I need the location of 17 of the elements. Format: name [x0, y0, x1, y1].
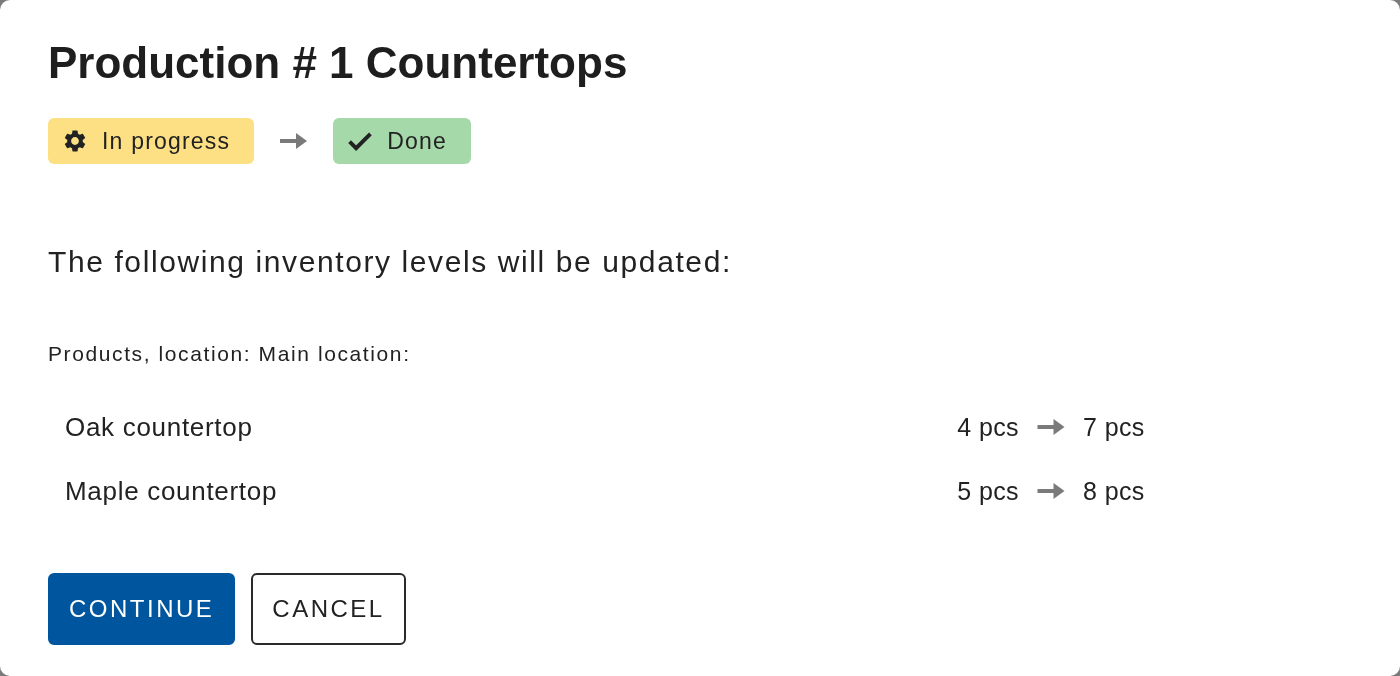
old-quantity: 4 pcs — [957, 412, 1019, 442]
new-quantity: 7 pcs — [1083, 412, 1145, 442]
status-label: Done — [387, 127, 448, 155]
status-label: In progress — [102, 127, 231, 155]
right-arrow-icon — [280, 132, 308, 150]
cancel-button[interactable]: CANCEL — [251, 573, 406, 645]
message-text: The following inventory levels will be updated: — [48, 244, 732, 280]
new-quantity: 8 pcs — [1083, 476, 1145, 506]
product-name: Maple countertop — [65, 475, 278, 507]
dialog-title: Production # 1 Countertops — [48, 38, 628, 88]
continue-button[interactable]: CONTINUE — [48, 573, 236, 645]
right-arrow-icon — [1037, 482, 1065, 500]
section-label: Products, location: Main location: — [48, 342, 411, 366]
product-name: Oak countertop — [65, 411, 253, 443]
old-quantity: 5 pcs — [957, 476, 1019, 506]
right-arrow-icon — [1037, 418, 1065, 436]
gear-icon — [62, 128, 88, 154]
